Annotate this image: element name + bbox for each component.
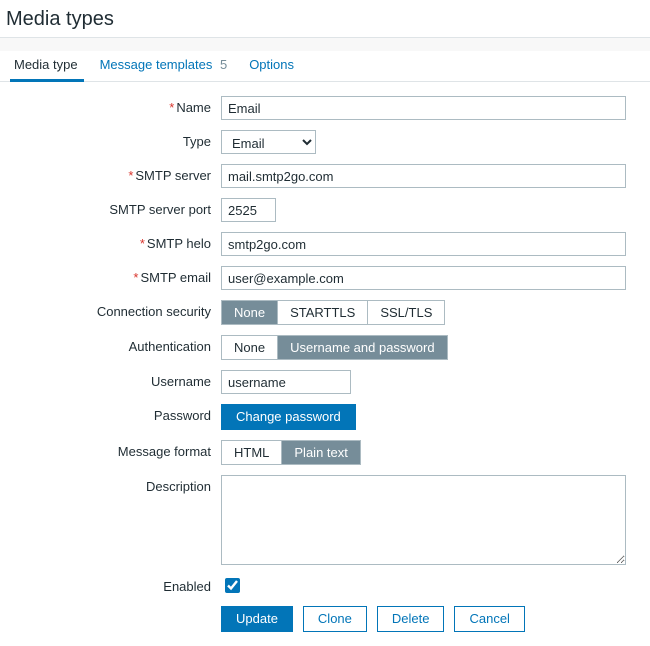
smtp-email-input[interactable] xyxy=(221,266,626,290)
label-username: Username xyxy=(6,370,221,389)
connsec-ssltls[interactable]: SSL/TLS xyxy=(368,301,444,324)
tab-label: Options xyxy=(249,57,294,72)
label-enabled: Enabled xyxy=(6,575,221,594)
label-name: *Name xyxy=(6,96,221,115)
media-type-page: Media types Media type Message templates… xyxy=(0,0,650,646)
tab-options[interactable]: Options xyxy=(241,51,308,82)
msgfmt-plain[interactable]: Plain text xyxy=(282,441,359,464)
label-type: Type xyxy=(6,130,221,149)
label-message-format: Message format xyxy=(6,440,221,459)
update-button[interactable]: Update xyxy=(221,606,293,632)
tab-message-templates[interactable]: Message templates 5 xyxy=(92,51,242,82)
auth-none[interactable]: None xyxy=(222,336,278,359)
label-smtp-email: *SMTP email xyxy=(6,266,221,285)
label-smtp-helo: *SMTP helo xyxy=(6,232,221,251)
connection-security-segmented: None STARTTLS SSL/TLS xyxy=(221,300,445,325)
header-divider xyxy=(0,37,650,51)
auth-userpass[interactable]: Username and password xyxy=(278,336,447,359)
clone-button[interactable]: Clone xyxy=(303,606,367,632)
label-description: Description xyxy=(6,475,221,494)
tab-media-type[interactable]: Media type xyxy=(6,51,92,82)
message-format-segmented: HTML Plain text xyxy=(221,440,361,465)
tab-count: 5 xyxy=(220,57,227,72)
change-password-button[interactable]: Change password xyxy=(221,404,356,430)
media-type-form: *Name Type Email *SMTP server SMTP serve… xyxy=(0,82,650,646)
form-actions: Update Clone Delete Cancel xyxy=(6,606,644,632)
username-input[interactable] xyxy=(221,370,351,394)
smtp-server-input[interactable] xyxy=(221,164,626,188)
smtp-port-input[interactable] xyxy=(221,198,276,222)
label-connection-security: Connection security xyxy=(6,300,221,319)
delete-button[interactable]: Delete xyxy=(377,606,445,632)
tab-label: Message templates xyxy=(100,57,213,72)
label-password: Password xyxy=(6,404,221,423)
msgfmt-html[interactable]: HTML xyxy=(222,441,282,464)
authentication-segmented: None Username and password xyxy=(221,335,448,360)
label-authentication: Authentication xyxy=(6,335,221,354)
cancel-button[interactable]: Cancel xyxy=(454,606,524,632)
name-input[interactable] xyxy=(221,96,626,120)
tab-label: Media type xyxy=(14,57,78,72)
label-smtp-port: SMTP server port xyxy=(6,198,221,217)
enabled-checkbox[interactable] xyxy=(225,578,240,593)
type-select[interactable]: Email xyxy=(221,130,316,154)
label-smtp-server: *SMTP server xyxy=(6,164,221,183)
connsec-starttls[interactable]: STARTTLS xyxy=(278,301,368,324)
connsec-none[interactable]: None xyxy=(222,301,278,324)
page-title: Media types xyxy=(0,0,650,37)
tabs: Media type Message templates 5 Options xyxy=(0,51,650,82)
description-textarea[interactable] xyxy=(221,475,626,565)
smtp-helo-input[interactable] xyxy=(221,232,626,256)
